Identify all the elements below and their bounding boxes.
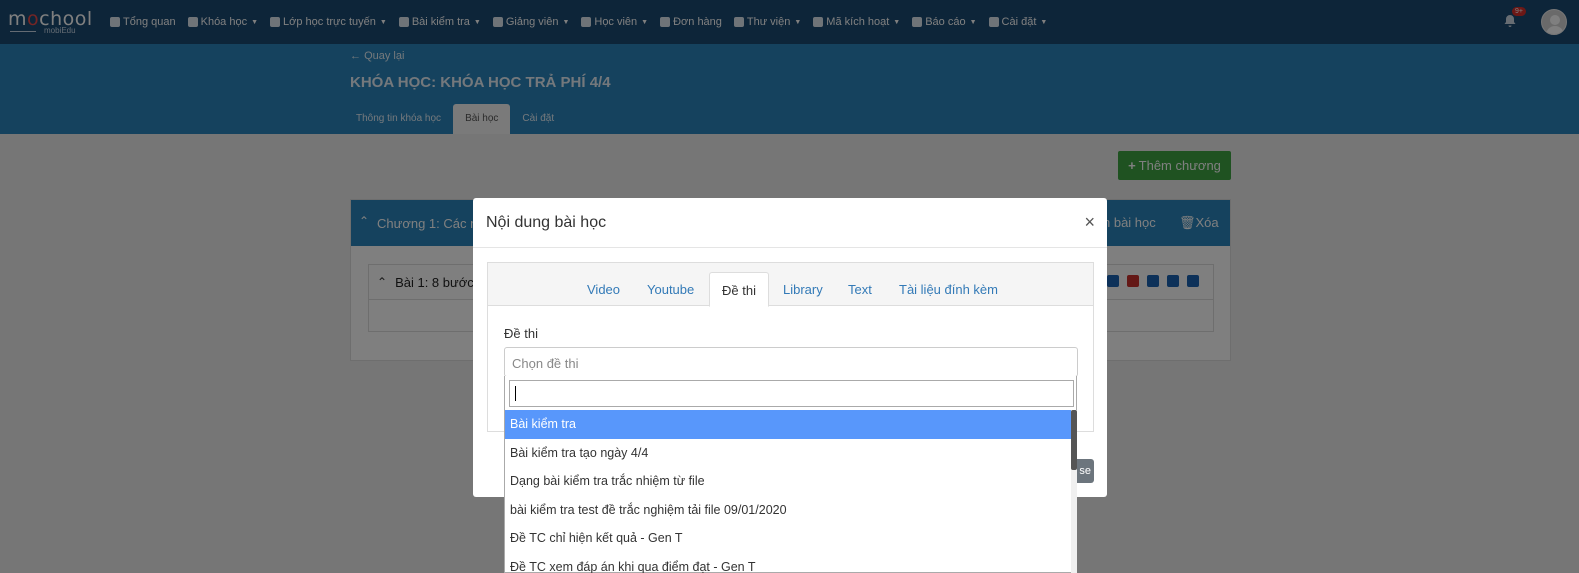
modal-title: Nội dung bài học — [486, 214, 607, 231]
dropdown-option[interactable]: Đề TC chỉ hiện kết quả - Gen T — [505, 524, 1071, 553]
dropdown-scrollbar[interactable] — [1071, 410, 1077, 573]
exam-field-label: Đề thi — [504, 326, 538, 341]
content-type-tabs: Video Youtube Đề thi Library Text Tài liệu đí… — [488, 263, 1093, 307]
exam-select-placeholder: Chọn đề thi — [512, 356, 579, 371]
modal-tab-4[interactable]: Text — [836, 272, 884, 306]
text-cursor — [515, 386, 516, 401]
modal-tab-1[interactable]: Youtube — [635, 272, 706, 306]
modal-tab-2[interactable]: Đề thi — [709, 272, 769, 307]
modal-tab-3[interactable]: Library — [771, 272, 835, 306]
close-icon[interactable]: × — [1084, 212, 1095, 233]
dropdown-option[interactable]: Bài kiểm tra — [505, 410, 1071, 439]
dropdown-search-input[interactable] — [509, 380, 1074, 407]
exam-dropdown: Bài kiểm tra Bài kiểm tra tạo ngày 4/4 Dạn… — [504, 376, 1077, 573]
modal-divider — [473, 247, 1107, 248]
modal-tab-0[interactable]: Video — [575, 272, 632, 306]
exam-select[interactable]: Chọn đề thi — [504, 347, 1078, 377]
dropdown-option[interactable]: Bài kiểm tra tạo ngày 4/4 — [505, 439, 1071, 468]
modal-tab-5[interactable]: Tài liệu đính kèm — [887, 272, 1010, 306]
dropdown-option[interactable]: Đề TC xem đáp án khi qua điểm đạt - Gen … — [505, 553, 1071, 573]
dropdown-option[interactable]: Dạng bài kiểm tra trắc nhiệm từ file — [505, 467, 1071, 496]
dropdown-options: Bài kiểm tra Bài kiểm tra tạo ngày 4/4 Dạn… — [505, 410, 1071, 573]
scrollbar-thumb[interactable] — [1071, 410, 1077, 470]
dropdown-option[interactable]: bài kiểm tra test đề trắc nghiệm tải fil… — [505, 496, 1071, 525]
